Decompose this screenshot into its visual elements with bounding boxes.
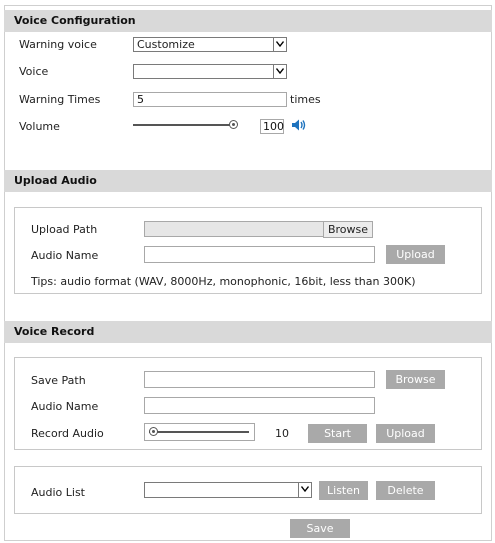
warning-voice-select[interactable]: Customize	[133, 37, 287, 52]
record-audio-name-input[interactable]	[144, 397, 375, 414]
warning-voice-label: Warning voice	[19, 38, 97, 51]
warning-times-label: Warning Times	[19, 93, 101, 106]
chevron-down-icon	[273, 38, 286, 51]
save-button[interactable]: Save	[290, 519, 350, 538]
record-slider-track	[149, 431, 249, 433]
record-audio-name-label: Audio Name	[31, 400, 99, 413]
warning-voice-value: Customize	[137, 38, 195, 51]
volume-slider-thumb[interactable]	[229, 120, 238, 129]
audio-list-label: Audio List	[31, 486, 85, 499]
save-path-input[interactable]	[144, 371, 375, 388]
upload-button[interactable]: Upload	[386, 245, 445, 264]
record-duration-value: 10	[275, 427, 289, 440]
chevron-down-icon	[273, 65, 286, 78]
audio-format-tips: Tips: audio format (WAV, 8000Hz, monopho…	[31, 275, 416, 288]
start-record-button[interactable]: Start	[308, 424, 367, 443]
volume-label: Volume	[19, 120, 60, 133]
save-path-label: Save Path	[31, 374, 86, 387]
volume-value-input[interactable]: 100	[260, 119, 284, 134]
audio-list-select[interactable]	[144, 482, 312, 498]
upload-path-input[interactable]	[144, 221, 324, 237]
chevron-down-icon	[298, 483, 311, 497]
voice-configuration-header: Voice Configuration	[4, 10, 492, 32]
volume-slider-track	[133, 124, 233, 126]
warning-times-input[interactable]: 5	[133, 92, 287, 107]
upload-path-label: Upload Path	[31, 223, 98, 236]
upload-audio-header: Upload Audio	[4, 170, 492, 192]
record-upload-button[interactable]: Upload	[376, 424, 435, 443]
record-browse-button[interactable]: Browse	[386, 370, 445, 389]
voice-record-header: Voice Record	[4, 321, 492, 343]
speaker-icon[interactable]	[291, 118, 307, 135]
listen-button[interactable]: Listen	[319, 481, 368, 500]
voice-select[interactable]	[133, 64, 287, 79]
upload-audio-name-input[interactable]	[144, 246, 375, 263]
record-slider-thumb[interactable]	[149, 427, 158, 436]
voice-label: Voice	[19, 65, 49, 78]
upload-browse-button[interactable]: Browse	[323, 221, 373, 238]
times-unit-label: times	[290, 93, 321, 106]
upload-audio-name-label: Audio Name	[31, 249, 99, 262]
record-audio-label: Record Audio	[31, 427, 104, 440]
record-audio-slider[interactable]	[144, 423, 255, 441]
volume-slider[interactable]	[133, 118, 243, 132]
delete-button[interactable]: Delete	[376, 481, 435, 500]
